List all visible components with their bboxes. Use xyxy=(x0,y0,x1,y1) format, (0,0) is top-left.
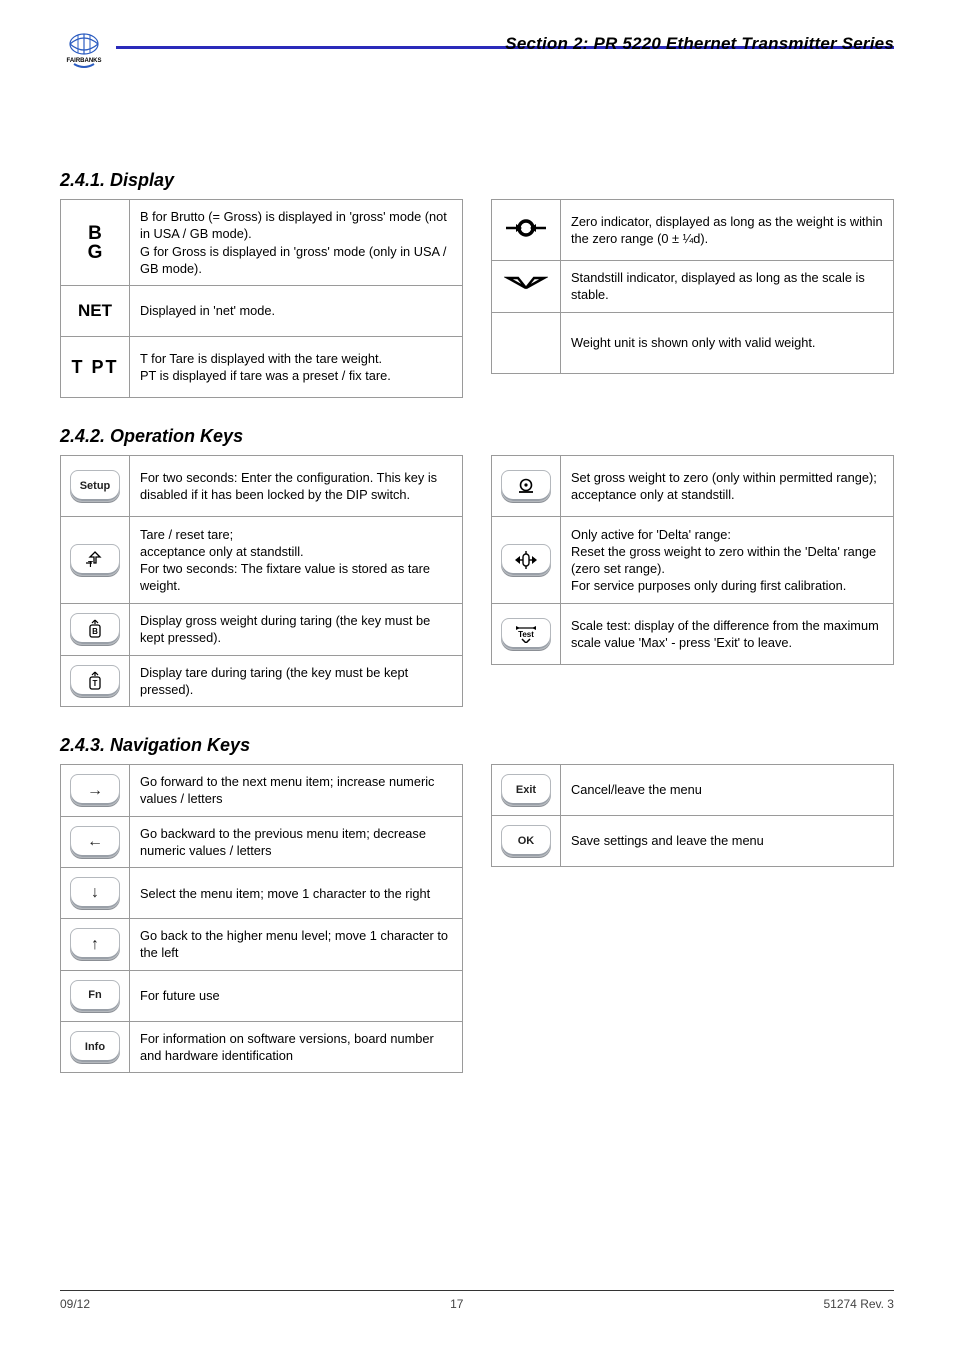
fairbanks-logo: FAIRBANKS xyxy=(60,30,108,70)
desc: For two seconds: Enter the configuration… xyxy=(130,456,463,517)
opkeys-left-table: Setup For two seconds: Enter the configu… xyxy=(60,455,463,707)
arrow-right-icon: → xyxy=(61,765,130,817)
desc: Set gross weight to zero (only within pe… xyxy=(561,456,894,517)
standstill-icon xyxy=(492,261,561,313)
desc: Cancel/leave the menu xyxy=(561,765,894,816)
table-row: ↑ Go back to the higher menu level; move… xyxy=(61,919,463,971)
desc: Scale test: display of the difference fr… xyxy=(561,604,894,665)
arrow-down-icon: ↓ xyxy=(61,868,130,919)
content: 2.4.1. Display BG B for Brutto (= Gross)… xyxy=(60,170,894,1073)
document-page: FAIRBANKS Section 2: PR 5220 Ethernet Tr… xyxy=(0,0,954,1351)
subsection-title-navkeys: 2.4.3. Navigation Keys xyxy=(60,735,894,756)
table-row: Exit Cancel/leave the menu xyxy=(492,765,894,816)
info-label: Info xyxy=(85,1040,105,1055)
table-row: Standstill indicator, displayed as long … xyxy=(492,261,894,313)
desc: B for Brutto (= Gross) is displayed in '… xyxy=(130,200,463,286)
table-row: Test Scale test: display of the differen… xyxy=(492,604,894,665)
desc: Go back to the higher menu level; move 1… xyxy=(130,919,463,971)
navkeys-right-table: Exit Cancel/leave the menu OK Save setti… xyxy=(491,764,894,867)
table-row: Set gross weight to zero (only within pe… xyxy=(492,456,894,517)
desc: T for Tare is displayed with the tare we… xyxy=(130,337,463,398)
navkeys-left-table: → Go forward to the next menu item; incr… xyxy=(60,764,463,1073)
footer-center: 17 xyxy=(450,1297,463,1311)
display-right-table: Zero indicator, displayed as long as the… xyxy=(491,199,894,374)
table-row: Fn For future use xyxy=(61,970,463,1021)
setup-key-icon: Setup xyxy=(61,456,130,517)
desc: For information on software versions, bo… xyxy=(130,1021,463,1073)
table-row: → Go forward to the next menu item; incr… xyxy=(61,765,463,817)
fn-label: Fn xyxy=(88,988,101,1003)
table-row: T PT T for Tare is displayed with the ta… xyxy=(61,337,463,398)
navkeys-columns: → Go forward to the next menu item; incr… xyxy=(60,764,894,1073)
desc: Display tare during taring (the key must… xyxy=(130,655,463,707)
zeroset-key-icon xyxy=(492,517,561,604)
table-row: Only active for 'Delta' range: Reset the… xyxy=(492,517,894,604)
symbol-tpt: T PT xyxy=(61,337,130,398)
desc: Display gross weight during taring (the … xyxy=(130,604,463,656)
table-row: ↓ Select the menu item; move 1 character… xyxy=(61,868,463,919)
table-row: Setup For two seconds: Enter the configu… xyxy=(61,456,463,517)
ok-label: OK xyxy=(518,834,535,849)
table-row: ← Go backward to the previous menu item;… xyxy=(61,816,463,868)
b-key-icon: B xyxy=(61,604,130,656)
table-row: T Display tare during taring (the key mu… xyxy=(61,655,463,707)
opkeys-right-table: Set gross weight to zero (only within pe… xyxy=(491,455,894,665)
arrow-up-icon: ↑ xyxy=(61,919,130,971)
symbol-net: NET xyxy=(61,286,130,337)
desc: Only active for 'Delta' range: Reset the… xyxy=(561,517,894,604)
table-row: BG B for Brutto (= Gross) is displayed i… xyxy=(61,200,463,286)
desc: Zero indicator, displayed as long as the… xyxy=(561,200,894,261)
zero-key-icon xyxy=(492,456,561,517)
svg-text:T: T xyxy=(88,560,93,569)
desc: Go backward to the previous menu item; d… xyxy=(130,816,463,868)
table-row: Weight unit is shown only with valid wei… xyxy=(492,312,894,373)
section-title: Section 2: PR 5220 Ethernet Transmitter … xyxy=(505,34,894,54)
desc: For future use xyxy=(130,970,463,1021)
arrow-left-icon: ← xyxy=(61,816,130,868)
symbol-bg: BG xyxy=(61,200,130,286)
unit-cell xyxy=(492,312,561,373)
test-key-icon: Test xyxy=(492,604,561,665)
display-columns: BG B for Brutto (= Gross) is displayed i… xyxy=(60,199,894,398)
svg-text:Test: Test xyxy=(518,630,534,639)
zero-range-icon xyxy=(492,200,561,261)
desc: Tare / reset tare; acceptance only at st… xyxy=(130,517,463,604)
tare-key-icon: T xyxy=(61,517,130,604)
exit-key-icon: Exit xyxy=(492,765,561,816)
desc: Select the menu item; move 1 character t… xyxy=(130,868,463,919)
display-left-table: BG B for Brutto (= Gross) is displayed i… xyxy=(60,199,463,398)
desc: Weight unit is shown only with valid wei… xyxy=(561,312,894,373)
footer-right: 51274 Rev. 3 xyxy=(823,1297,894,1311)
svg-text:T: T xyxy=(93,679,98,688)
desc: Go forward to the next menu item; increa… xyxy=(130,765,463,817)
svg-text:B: B xyxy=(92,627,98,636)
footer-left: 09/12 xyxy=(60,1297,90,1311)
fn-key-icon: Fn xyxy=(61,970,130,1021)
exit-label: Exit xyxy=(516,783,536,798)
table-row: OK Save settings and leave the menu xyxy=(492,816,894,867)
desc: Save settings and leave the menu xyxy=(561,816,894,867)
desc: Displayed in 'net' mode. xyxy=(130,286,463,337)
ok-key-icon: OK xyxy=(492,816,561,867)
t-key-icon: T xyxy=(61,655,130,707)
opkeys-columns: Setup For two seconds: Enter the configu… xyxy=(60,455,894,707)
desc: Standstill indicator, displayed as long … xyxy=(561,261,894,313)
subsection-title-display: 2.4.1. Display xyxy=(60,170,894,191)
table-row: Zero indicator, displayed as long as the… xyxy=(492,200,894,261)
info-key-icon: Info xyxy=(61,1021,130,1073)
table-row: NET Displayed in 'net' mode. xyxy=(61,286,463,337)
svg-text:FAIRBANKS: FAIRBANKS xyxy=(66,58,101,64)
table-row: Info For information on software version… xyxy=(61,1021,463,1073)
table-row: T Tare / reset tare; acceptance only at … xyxy=(61,517,463,604)
table-row: B Display gross weight during taring (th… xyxy=(61,604,463,656)
page-footer: 09/12 17 51274 Rev. 3 xyxy=(60,1290,894,1311)
subsection-title-opkeys: 2.4.2. Operation Keys xyxy=(60,426,894,447)
